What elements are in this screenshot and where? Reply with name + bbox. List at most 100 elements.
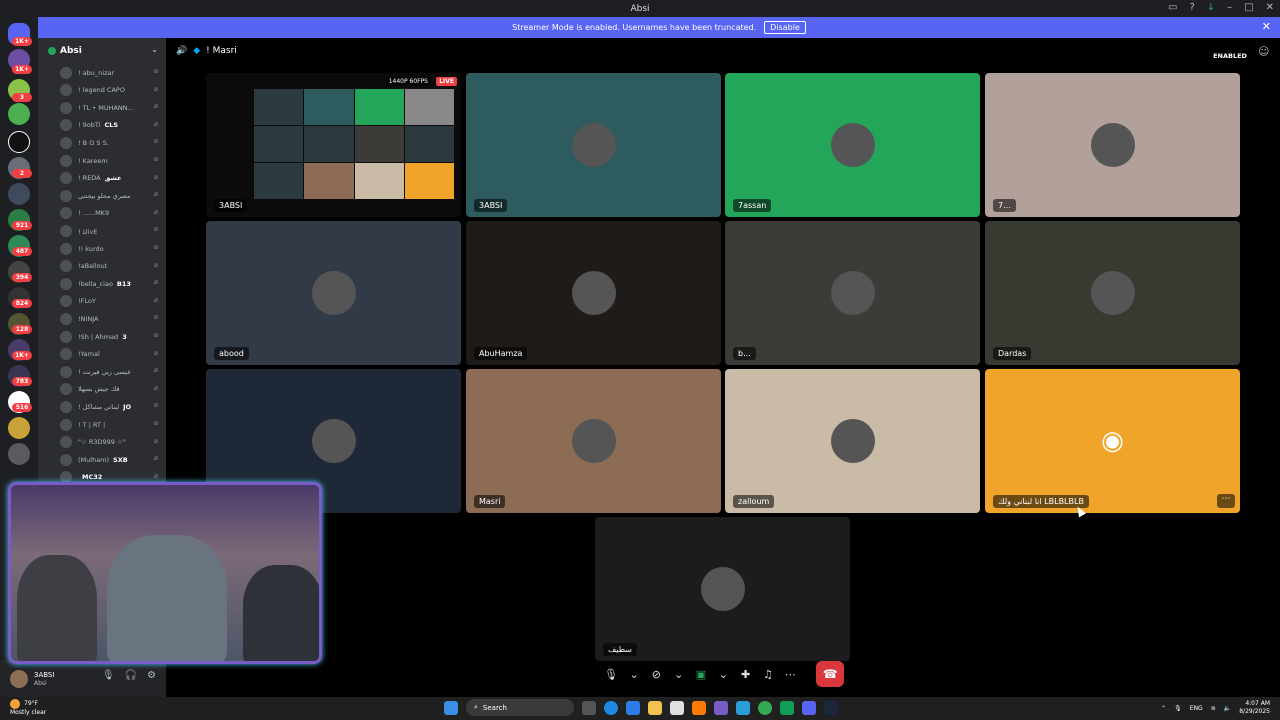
server-icon[interactable] bbox=[8, 443, 30, 465]
server-icon[interactable] bbox=[8, 131, 30, 153]
copilot-icon[interactable] bbox=[626, 700, 640, 715]
member-row[interactable]: !! kurdo ⌀ bbox=[60, 240, 164, 257]
participant-tile[interactable]: abood bbox=[206, 221, 461, 365]
weather-widget[interactable]: 79°F Mostly clear bbox=[10, 699, 46, 717]
participant-tile[interactable]: AbuHamza bbox=[466, 221, 721, 365]
member-name: ! لبناني مشاكل bbox=[78, 402, 120, 411]
member-row[interactable]: ! عيسى ربي فيرنت ⌀ bbox=[60, 363, 164, 380]
chevron-down-icon[interactable]: ⌄ bbox=[717, 668, 729, 681]
file-explorer-icon[interactable] bbox=[648, 700, 662, 715]
participant-tile[interactable]: 7assan bbox=[725, 73, 980, 217]
app-icon[interactable] bbox=[714, 700, 728, 715]
screen-share-icon[interactable]: ▭ bbox=[1168, 2, 1177, 13]
member-row[interactable]: ! لبناني مشاكل JO ⌀ bbox=[60, 398, 164, 415]
member-row[interactable]: ! T | RT | ⌀ bbox=[60, 416, 164, 433]
task-view-icon[interactable] bbox=[582, 700, 596, 715]
streamer-mode-banner: Streamer Mode is enabled. Usernames have… bbox=[38, 17, 1280, 38]
participant-tile[interactable]: سطيف bbox=[595, 517, 850, 661]
member-row[interactable]: فك جيش بسهلا ⌀ bbox=[60, 381, 164, 398]
gear-icon[interactable]: ⚙ bbox=[147, 670, 156, 681]
server-icon[interactable] bbox=[8, 417, 30, 439]
members-icon[interactable]: ☺ bbox=[1258, 45, 1272, 59]
app-icon[interactable] bbox=[736, 700, 750, 715]
temperature: 79°F bbox=[24, 700, 39, 707]
member-row[interactable]: مصري محلو بيجتني ⌀ bbox=[60, 187, 164, 204]
taskbar-search[interactable]: ⌕ Search bbox=[466, 699, 574, 716]
chevron-up-icon[interactable]: ⌃ bbox=[1161, 705, 1166, 712]
server-icon[interactable] bbox=[8, 103, 30, 125]
disable-streamer-mode-button[interactable]: Disable bbox=[764, 21, 806, 34]
member-row[interactable]: !NINJA ⌀ bbox=[60, 310, 164, 327]
app-icon[interactable] bbox=[780, 700, 794, 715]
participant-tile[interactable]: 7... bbox=[985, 73, 1240, 217]
microphone-icon[interactable]: 🎙 bbox=[604, 668, 618, 681]
chevron-down-icon[interactable]: ⌄ bbox=[628, 668, 640, 681]
more-options-icon[interactable]: ⋯ bbox=[1217, 494, 1235, 508]
member-row[interactable]: ! abu_nizar ⌀ bbox=[60, 64, 164, 81]
member-row[interactable]: ! ......MK9 ⌀ bbox=[60, 205, 164, 222]
headphones-icon[interactable]: 🎧 bbox=[125, 670, 137, 681]
discord-icon[interactable] bbox=[802, 700, 816, 715]
maximize-button[interactable]: □ bbox=[1244, 2, 1253, 13]
member-row[interactable]: ! TL • MUHANN... ⌀ bbox=[60, 99, 164, 116]
clock[interactable]: 4:07 AM 8/29/2025 bbox=[1239, 700, 1270, 716]
volume-icon[interactable]: 🔈 bbox=[1224, 705, 1231, 712]
minimize-button[interactable]: – bbox=[1227, 2, 1232, 13]
member-row[interactable]: ! B O S S. ⌀ bbox=[60, 134, 164, 151]
member-row[interactable]: ! REDA عشق ⌀ bbox=[60, 170, 164, 187]
steam-icon[interactable] bbox=[824, 700, 838, 715]
chevron-down-icon[interactable]: ⌄ bbox=[151, 45, 158, 54]
windows-start-icon[interactable] bbox=[444, 700, 458, 715]
camera-off-icon[interactable]: ⊘ bbox=[650, 668, 662, 681]
member-row[interactable]: ! 9obTi CLS ⌀ bbox=[60, 117, 164, 134]
member-row[interactable]: ! legend CAPO ⌀ bbox=[60, 82, 164, 99]
member-row[interactable]: !aBallout ⌀ bbox=[60, 258, 164, 275]
close-window-button[interactable]: ✕ bbox=[1266, 2, 1274, 13]
participant-tile[interactable]: zalloum bbox=[725, 369, 980, 513]
avatar bbox=[60, 172, 72, 185]
avatar bbox=[1090, 271, 1135, 315]
disconnect-button[interactable]: ☎ bbox=[816, 661, 845, 687]
member-row[interactable]: !FLoY ⌀ bbox=[60, 293, 164, 310]
microphone-tray-icon[interactable]: 🎙 bbox=[1174, 705, 1182, 712]
chevron-down-icon[interactable]: ⌄ bbox=[673, 668, 685, 681]
banner-text: Streamer Mode is enabled. Usernames have… bbox=[512, 23, 757, 32]
participant-tile[interactable]: Masri bbox=[466, 369, 721, 513]
avatar[interactable] bbox=[10, 669, 28, 688]
member-row[interactable]: (Mulham) SXB ⌀ bbox=[60, 451, 164, 468]
streamer-mode-status[interactable]: ENABLED bbox=[1210, 44, 1250, 62]
chrome-icon[interactable] bbox=[758, 700, 772, 715]
server-icon[interactable] bbox=[8, 183, 30, 205]
participant-tile[interactable]: ◉ ⋯ انا لبناني ولك LBLBLBLB bbox=[985, 369, 1240, 513]
share-screen-icon[interactable]: ▣ bbox=[695, 668, 707, 681]
language-indicator[interactable]: ENG bbox=[1190, 705, 1203, 712]
participant-tile[interactable]: 3ABSI bbox=[466, 73, 721, 217]
member-row[interactable]: !bella_ciao B13 ⌀ bbox=[60, 275, 164, 292]
guild-badge: 3 bbox=[12, 93, 32, 102]
member-row[interactable]: !Yamal ⌀ bbox=[60, 346, 164, 363]
download-icon[interactable]: ↓ bbox=[1207, 2, 1215, 13]
avatar bbox=[571, 271, 616, 315]
help-icon[interactable]: ? bbox=[1189, 2, 1194, 13]
member-row[interactable]: "☆ R3D999 ☆" ⌀ bbox=[60, 434, 164, 451]
edge-icon[interactable] bbox=[604, 700, 618, 715]
app-icon[interactable] bbox=[692, 700, 706, 715]
more-options-icon[interactable]: ⋯ bbox=[784, 668, 796, 681]
stream-tile[interactable]: 1440P 60FPS LIVE 3ABSI bbox=[206, 73, 461, 217]
participant-name: zalloum bbox=[733, 495, 775, 508]
close-banner-icon[interactable]: ✕ bbox=[1262, 20, 1271, 33]
mute-icon[interactable]: 🎙 bbox=[102, 670, 115, 681]
wifi-icon[interactable]: ≋ bbox=[1211, 705, 1216, 712]
server-header[interactable]: Absi ⌄ bbox=[38, 38, 166, 64]
activity-icon[interactable]: ✚ bbox=[739, 668, 751, 681]
soundboard-icon[interactable]: ♫ bbox=[762, 668, 774, 681]
muted-mic-icon: ⌀ bbox=[153, 348, 158, 357]
member-row[interactable]: ! ﾑlivE ⌀ bbox=[60, 222, 164, 239]
member-row[interactable]: !Sh | Ahmad 3 ⌀ bbox=[60, 328, 164, 345]
participant-tile[interactable]: Dardas bbox=[985, 221, 1240, 365]
member-row[interactable]: ! Kareem ⌀ bbox=[60, 152, 164, 169]
store-icon[interactable] bbox=[670, 700, 684, 715]
stream-quality: 1440P 60FPS bbox=[385, 77, 431, 86]
participant-tile[interactable]: b... bbox=[725, 221, 980, 365]
muted-mic-icon: ⌀ bbox=[153, 119, 158, 128]
